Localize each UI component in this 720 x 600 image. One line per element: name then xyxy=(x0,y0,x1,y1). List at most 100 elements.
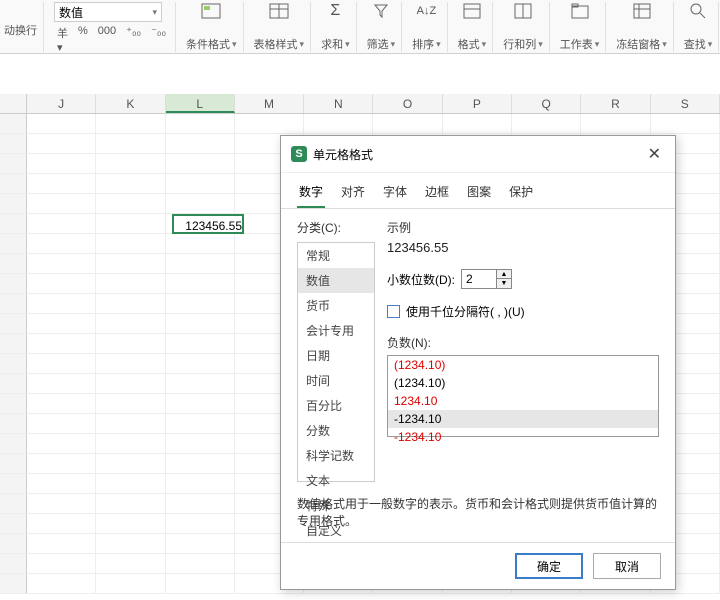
table-style-icon xyxy=(269,2,289,20)
sum-group[interactable]: Σ 求和▾ xyxy=(315,2,357,52)
thousands-checkbox[interactable] xyxy=(387,305,400,318)
number-format-value: 数值 xyxy=(59,4,83,21)
filter-group[interactable]: 筛选▾ xyxy=(361,2,403,52)
negative-item[interactable]: -1234.10 xyxy=(388,428,658,446)
spinner-down-icon[interactable]: ▼ xyxy=(497,279,511,288)
worksheet-icon xyxy=(570,2,590,20)
chevron-down-icon: ▾ xyxy=(152,7,157,18)
sort-group[interactable]: A↓Z 排序▾ xyxy=(406,2,448,52)
freeze-label: 冻结窗格 xyxy=(616,36,660,52)
tab-0[interactable]: 数字 xyxy=(297,179,325,208)
category-item[interactable]: 时间 xyxy=(298,368,374,393)
sum-label: 求和 xyxy=(321,36,343,52)
column-header-P[interactable]: P xyxy=(443,94,512,113)
negative-item[interactable]: 1234.10 xyxy=(388,392,658,410)
increase-decimal-icon[interactable]: ⁺₀₀ xyxy=(123,24,144,55)
currency-icon[interactable]: 羊▾ xyxy=(54,24,71,55)
table-style-group[interactable]: 表格样式▾ xyxy=(248,2,312,52)
thousands-label: 使用千位分隔符( , )(U) xyxy=(406,303,525,320)
dialog-footer: 确定 取消 xyxy=(281,542,675,589)
find-icon xyxy=(688,2,708,20)
active-cell-value: 123456.55 xyxy=(174,216,246,236)
decimal-label: 小数位数(D): xyxy=(387,271,455,288)
close-icon[interactable]: ✕ xyxy=(644,144,665,164)
category-item[interactable]: 文本 xyxy=(298,468,374,493)
filter-icon xyxy=(371,2,391,20)
negative-list[interactable]: (1234.10)(1234.10)1234.10-1234.10-1234.1… xyxy=(387,355,659,437)
format-label: 格式 xyxy=(458,36,480,52)
tab-2[interactable]: 字体 xyxy=(381,179,409,208)
category-list[interactable]: 常规数值货币会计专用日期时间百分比分数科学记数文本特殊自定义 xyxy=(297,242,375,482)
format-icon xyxy=(462,2,482,20)
table-style-label: 表格样式 xyxy=(254,36,298,52)
number-format-select[interactable]: 数值 ▾ xyxy=(54,2,162,22)
cell-format-dialog: S 单元格格式 ✕ 数字对齐字体边框图案保护 分类(C): 常规数值货币会计专用… xyxy=(280,135,676,590)
column-header-Q[interactable]: Q xyxy=(512,94,581,113)
sort-label: 排序 xyxy=(412,36,434,52)
cond-format-label: 条件格式 xyxy=(186,36,230,52)
category-item[interactable]: 科学记数 xyxy=(298,443,374,468)
column-header-L[interactable]: L xyxy=(166,94,235,113)
select-all-corner[interactable] xyxy=(0,94,27,113)
column-header-S[interactable]: S xyxy=(651,94,720,113)
negative-item[interactable]: (1234.10) xyxy=(388,374,658,392)
cond-format-group[interactable]: 条件格式▾ xyxy=(180,2,244,52)
sample-label: 示例 xyxy=(387,219,659,236)
column-header-J[interactable]: J xyxy=(27,94,96,113)
decimal-input[interactable] xyxy=(462,270,496,288)
active-cell[interactable]: 123456.55 xyxy=(172,214,244,234)
cond-format-icon xyxy=(201,2,221,20)
find-label: 查找 xyxy=(684,36,706,52)
sum-icon: Σ xyxy=(325,2,345,20)
find-group[interactable]: 查找▾ xyxy=(678,2,720,52)
negative-item[interactable]: (1234.10) xyxy=(388,356,658,374)
cancel-button[interactable]: 取消 xyxy=(593,553,661,579)
worksheet-group[interactable]: 工作表▾ xyxy=(554,2,607,52)
column-header-M[interactable]: M xyxy=(235,94,304,113)
decrease-decimal-icon[interactable]: ⁻₀₀ xyxy=(148,24,169,55)
rowcol-group[interactable]: 行和列▾ xyxy=(497,2,550,52)
negative-item[interactable]: -1234.10 xyxy=(388,410,658,428)
category-item[interactable]: 数值 xyxy=(298,268,374,293)
tab-4[interactable]: 图案 xyxy=(465,179,493,208)
ok-button[interactable]: 确定 xyxy=(515,553,583,579)
help-text: 数值格式用于一般数字的表示。货币和会计格式则提供货币值计算的专用格式。 xyxy=(281,495,675,529)
column-header-K[interactable]: K xyxy=(96,94,165,113)
auto-wrap-button[interactable]: 动换行 xyxy=(4,22,37,38)
app-icon: S xyxy=(291,146,307,162)
dialog-titlebar: S 单元格格式 ✕ xyxy=(281,136,675,173)
wrap-group: 动换行 xyxy=(4,2,44,52)
comma-icon[interactable]: 000 xyxy=(95,24,119,55)
sort-icon: A↓Z xyxy=(416,2,436,20)
filter-label: 筛选 xyxy=(367,36,389,52)
freeze-group[interactable]: 冻结窗格▾ xyxy=(610,2,674,52)
tab-1[interactable]: 对齐 xyxy=(339,179,367,208)
worksheet-label: 工作表 xyxy=(560,36,593,52)
dialog-title: 单元格格式 xyxy=(313,146,373,163)
tab-5[interactable]: 保护 xyxy=(507,179,535,208)
negative-label: 负数(N): xyxy=(387,334,659,351)
sample-value: 123456.55 xyxy=(387,240,659,255)
column-header-O[interactable]: O xyxy=(373,94,442,113)
category-item[interactable]: 会计专用 xyxy=(298,318,374,343)
category-label: 分类(C): xyxy=(297,219,375,236)
column-header-N[interactable]: N xyxy=(304,94,373,113)
freeze-icon xyxy=(632,2,652,20)
ribbon-toolbar: 动换行 数值 ▾ 羊▾ % 000 ⁺₀₀ ⁻₀₀ 条件格式▾ 表格样式▾ Σ … xyxy=(0,0,720,54)
rowcol-label: 行和列 xyxy=(503,36,536,52)
rowcol-icon xyxy=(513,2,533,20)
format-group[interactable]: 格式▾ xyxy=(452,2,494,52)
column-header-R[interactable]: R xyxy=(581,94,650,113)
decimal-spinner[interactable]: ▲ ▼ xyxy=(461,269,512,289)
tab-3[interactable]: 边框 xyxy=(423,179,451,208)
category-item[interactable]: 常规 xyxy=(298,243,374,268)
column-headers: JKLMNOPQRS xyxy=(0,94,720,114)
category-item[interactable]: 货币 xyxy=(298,293,374,318)
percent-icon[interactable]: % xyxy=(75,24,91,55)
category-item[interactable]: 百分比 xyxy=(298,393,374,418)
number-mini-icons: 羊▾ % 000 ⁺₀₀ ⁻₀₀ xyxy=(54,22,169,55)
spinner-up-icon[interactable]: ▲ xyxy=(497,270,511,279)
number-format-group: 数值 ▾ 羊▾ % 000 ⁺₀₀ ⁻₀₀ xyxy=(48,2,176,52)
category-item[interactable]: 日期 xyxy=(298,343,374,368)
category-item[interactable]: 分数 xyxy=(298,418,374,443)
